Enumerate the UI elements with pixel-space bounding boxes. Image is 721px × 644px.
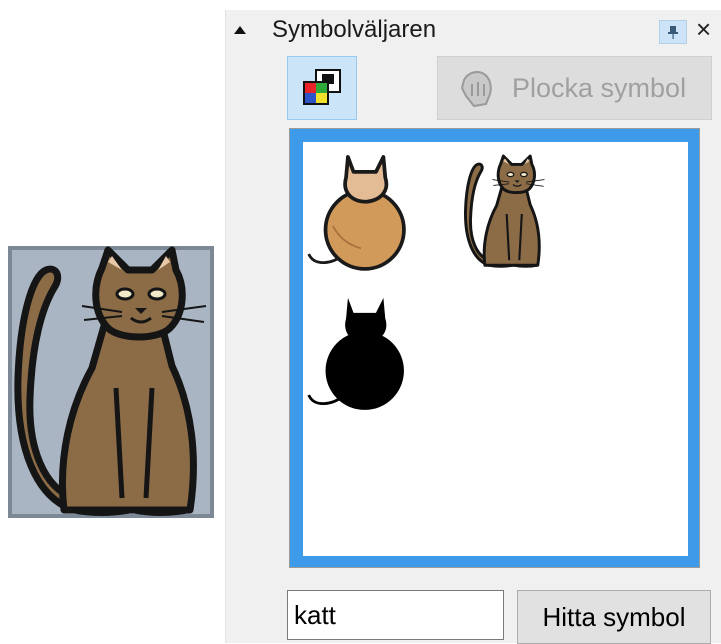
selected-symbol-frame[interactable] xyxy=(8,246,214,524)
symbol-results-list[interactable] xyxy=(289,128,700,568)
cat-round-beige-icon[interactable] xyxy=(305,149,417,275)
pick-symbol-label: Plocka symbol xyxy=(512,72,687,103)
color-palette-icon xyxy=(303,69,341,105)
cat-black-silhouette-icon[interactable] xyxy=(305,290,417,416)
hand-pointer-icon xyxy=(460,71,492,108)
find-symbol-button[interactable]: Hitta symbol xyxy=(517,590,711,644)
pick-symbol-button[interactable]: Plocka symbol xyxy=(437,56,712,120)
cat-brown-sitting-icon[interactable] xyxy=(463,151,547,277)
symbol-search-input[interactable] xyxy=(287,590,504,640)
color-palette-button[interactable] xyxy=(287,56,357,120)
cat-brown-sitting-icon xyxy=(8,246,214,524)
symbol-chooser-panel: Symbolväljaren × Plocka symbol katt Hitt… xyxy=(254,10,721,644)
close-icon[interactable]: × xyxy=(696,14,711,44)
symbol-results-area xyxy=(303,142,688,556)
document-vertical-scrollbar[interactable] xyxy=(225,10,255,643)
panel-title: Symbolväljaren xyxy=(272,16,437,43)
scroll-up-arrow-icon[interactable] xyxy=(226,20,254,40)
document-canvas[interactable] xyxy=(0,0,232,643)
pin-icon[interactable] xyxy=(659,20,687,44)
